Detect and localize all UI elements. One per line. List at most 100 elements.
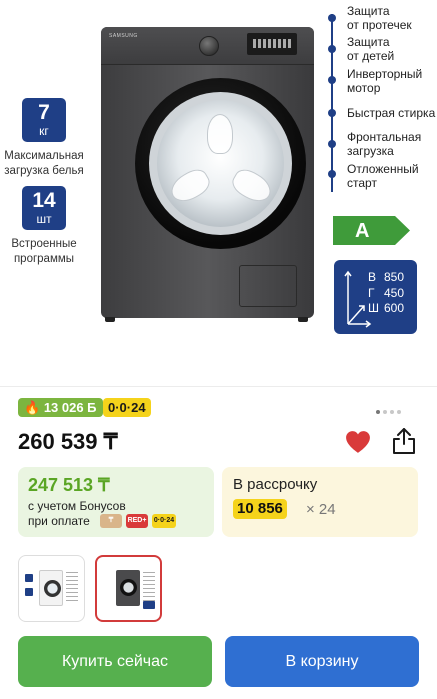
filter-hatch — [239, 265, 297, 307]
heart-icon[interactable] — [345, 430, 371, 454]
drum-fin — [166, 164, 214, 208]
dimensions-card: В 850 Г 450 Ш 600 — [334, 260, 417, 334]
door — [135, 78, 306, 249]
dimension-value: 450 — [384, 286, 405, 300]
programs-unit: шт — [36, 212, 52, 226]
control-panel: SAMSUNG — [101, 27, 314, 65]
pager-dot[interactable] — [376, 410, 380, 414]
installment-plan-badge[interactable]: 0·0·24 — [103, 398, 151, 417]
caption-line: программы — [13, 253, 75, 265]
bonus-price: 247 513 ₸ — [28, 475, 110, 495]
pager-dot[interactable] — [397, 410, 401, 414]
mini-dimensions-card — [143, 601, 155, 609]
door-ring — [149, 92, 292, 235]
bonus-price-box[interactable]: 247 513 ₸ с учетом Бонусов при оплате ₸ … — [18, 467, 214, 537]
installment-box[interactable]: В рассрочку 10 856 × 24 — [222, 467, 418, 537]
red-plus-icon: RED+ — [126, 514, 148, 528]
load-capacity-caption: Максимальная загрузка белья — [0, 149, 88, 179]
drum-fin — [207, 114, 233, 154]
installment-title: В рассрочку — [233, 476, 318, 493]
brand-logo: SAMSUNG — [109, 33, 138, 39]
drum-fin — [228, 164, 276, 208]
bonus-badge[interactable]: 🔥 13 026 Б — [18, 398, 103, 417]
feature-line: загрузка — [347, 144, 394, 158]
bonus-badge-text: 13 026 Б — [43, 400, 97, 415]
load-capacity-value: 7 — [38, 101, 50, 124]
programs-badge: 14 шт — [22, 186, 66, 230]
dimension-key: Г — [368, 286, 375, 300]
thumbnail-white-washer[interactable] — [18, 555, 85, 622]
dimension-key: Ш — [368, 301, 379, 315]
feature-line: Инверторный — [347, 67, 423, 81]
mini-spec-card — [25, 588, 33, 596]
energy-class-badge: A — [333, 216, 410, 245]
feature-line: от детей — [347, 49, 395, 63]
installment-icon: 0·0·24 — [152, 514, 176, 528]
feature-dot — [328, 45, 336, 53]
installment-amount: 10 856 — [233, 499, 287, 519]
flame-icon: 🔥 — [24, 400, 41, 415]
mini-washer-white — [39, 570, 63, 606]
feature-leak-protection: Защита от протечек — [347, 4, 437, 32]
pager-dot[interactable] — [390, 410, 394, 414]
feature-dot — [328, 14, 336, 22]
feature-delayed-start: Отложенный старт — [347, 162, 437, 190]
programs-caption: Встроенные программы — [0, 237, 88, 267]
thumbnail-dark-washer[interactable] — [95, 555, 162, 622]
energy-arrow-icon — [333, 216, 410, 245]
section-divider — [0, 386, 437, 387]
bonus-note-line: с учетом Бонусов — [28, 499, 126, 513]
feature-child-lock: Защита от детей — [347, 35, 437, 63]
pager-dot[interactable] — [383, 410, 387, 414]
dimension-depth: Г 450 — [368, 286, 404, 300]
product-gallery-image[interactable]: 7 кг Максимальная загрузка белья 14 шт В… — [0, 0, 437, 385]
energy-class-label: A — [355, 220, 370, 242]
caption-line: Максимальная — [4, 150, 84, 162]
washing-machine-image: SAMSUNG — [101, 27, 314, 318]
feature-dot — [328, 170, 336, 178]
mini-door — [44, 580, 61, 597]
feature-line: Быстрая стирка — [347, 106, 436, 120]
dimension-key: В — [368, 270, 377, 284]
feature-timeline — [331, 14, 333, 192]
control-display — [247, 33, 297, 55]
mini-door — [120, 579, 137, 596]
installment-multiplier: × 24 — [306, 501, 336, 518]
dimension-value: 850 — [384, 270, 405, 284]
door-glass — [157, 100, 284, 227]
feature-front-loading: Фронтальная загрузка — [347, 130, 437, 158]
mini-washer-dark — [116, 570, 140, 606]
feature-dot — [328, 76, 336, 84]
feature-line: старт — [347, 176, 377, 190]
feature-quick-wash: Быстрая стирка — [347, 106, 437, 120]
load-capacity-unit: кг — [39, 124, 49, 138]
feature-inverter-motor: Инверторный мотор — [347, 67, 437, 95]
caption-line: загрузка белья — [4, 165, 84, 177]
gallery-pager[interactable] — [376, 401, 404, 419]
feature-line: Защита — [347, 4, 390, 18]
dimension-height: В 850 — [368, 270, 404, 284]
feature-dot — [328, 140, 336, 148]
washer-foot — [298, 317, 308, 322]
buy-now-button[interactable]: Купить сейчас — [18, 636, 212, 687]
share-icon[interactable] — [391, 427, 417, 455]
feature-line: Фронтальная — [347, 130, 422, 144]
feature-line: Защита — [347, 35, 390, 49]
feature-line: от протечек — [347, 18, 412, 32]
program-knob — [199, 36, 219, 56]
dimension-width: Ш 600 — [368, 301, 404, 315]
product-price: 260 539 ₸ — [18, 429, 118, 454]
load-capacity-badge: 7 кг — [22, 98, 66, 142]
mini-feature-lines — [66, 572, 78, 602]
mini-spec-card — [25, 574, 33, 582]
feature-line: Отложенный — [347, 162, 419, 176]
caption-line: Встроенные — [11, 238, 77, 250]
wallet-icon: ₸ — [100, 514, 122, 528]
dimension-value: 600 — [384, 301, 405, 315]
washer-foot — [105, 317, 115, 322]
programs-value: 14 — [32, 189, 56, 212]
add-to-cart-button[interactable]: В корзину — [225, 636, 419, 687]
feature-dot — [328, 109, 336, 117]
mini-feature-lines — [143, 572, 155, 602]
feature-line: мотор — [347, 81, 381, 95]
